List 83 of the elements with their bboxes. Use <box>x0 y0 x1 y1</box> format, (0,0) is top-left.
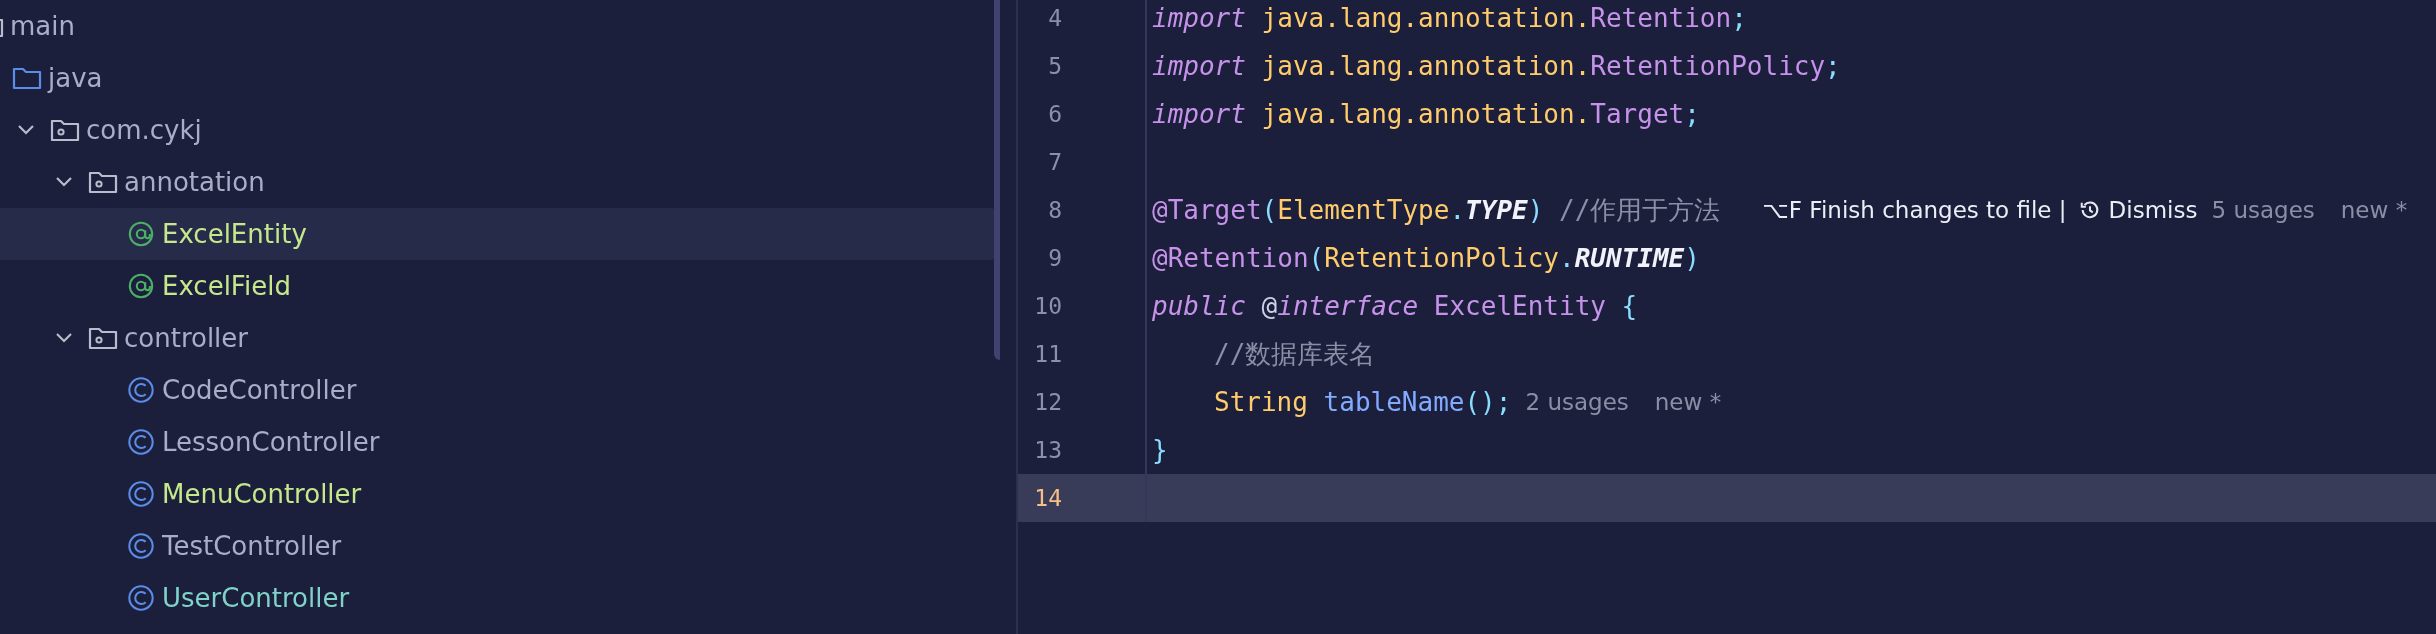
class-token: Target <box>1590 99 1685 129</box>
class-icon <box>126 584 156 612</box>
keyword-token: public <box>1152 291 1246 321</box>
tree-item-label: LessonController <box>162 427 380 457</box>
tree-item-label: UserController <box>162 583 350 613</box>
punctuation-token: { <box>1620 291 1638 321</box>
line-number: 13 <box>1033 437 1063 463</box>
class-icon <box>126 376 156 404</box>
code-comment: //作用于方法 <box>1558 193 1721 227</box>
clock-arrow-icon <box>2078 199 2101 221</box>
tree-item-label: annotation <box>124 167 265 197</box>
type-token: String <box>1214 387 1308 417</box>
keyword-token: import <box>1152 99 1246 129</box>
keyword-token: import <box>1152 51 1246 81</box>
class-token: Retention <box>1590 3 1732 33</box>
at-sign-icon <box>126 272 156 300</box>
package-token: java.lang.annotation. <box>1260 3 1591 33</box>
class-token: RetentionPolicy <box>1590 51 1826 81</box>
code-comment: //数据库表名 <box>1214 337 1376 371</box>
package-token: java.lang.annotation. <box>1260 51 1591 81</box>
inlay-hint[interactable]: 2 usages <box>1525 389 1629 415</box>
class-icon <box>126 480 156 508</box>
tree-item-label: controller <box>124 323 249 353</box>
keyword-token: interface <box>1277 291 1419 321</box>
tree-item-label: main <box>10 11 75 41</box>
tree-item-label: java <box>48 63 103 93</box>
code-token: @ <box>1260 291 1278 321</box>
tree-item-label: ExcelField <box>162 271 291 301</box>
tree-item[interactable]: java <box>0 52 998 104</box>
class-icon <box>126 428 156 456</box>
tree-item[interactable]: TestController <box>0 520 998 572</box>
type-token: ElementType <box>1277 195 1450 225</box>
method-token: tableName <box>1322 387 1465 417</box>
tree-item[interactable]: controller <box>0 312 998 364</box>
line-number: 12 <box>1033 389 1063 415</box>
punctuation-token: . <box>1559 243 1575 273</box>
line-number: 11 <box>1033 341 1063 367</box>
tree-item[interactable]: UserController <box>0 572 998 624</box>
inlay-hint[interactable]: new * <box>1654 389 1722 415</box>
keyword-token: import <box>1152 3 1246 33</box>
at-sign-icon <box>126 220 156 248</box>
punctuation-token: } <box>1152 435 1168 465</box>
constant-token: RUNTIME <box>1574 243 1685 273</box>
class-icon <box>126 532 156 560</box>
tree-item[interactable]: LessonController <box>0 416 998 468</box>
dismiss-button[interactable]: Dismiss <box>2078 197 2198 223</box>
tree-item-label: TestController <box>162 531 342 561</box>
package-token: java.lang.annotation. <box>1260 99 1591 129</box>
tree-item[interactable]: com.cykj <box>0 104 998 156</box>
line-number: 6 <box>1047 101 1063 127</box>
tree-item[interactable]: ExcelField <box>0 260 998 312</box>
line-number: 4 <box>1047 5 1063 31</box>
tree-item[interactable]: MenuController <box>0 468 998 520</box>
tree-item-label: com.cykj <box>86 115 202 145</box>
tree-item-label: ExcelEntity <box>162 219 307 249</box>
class-token: ExcelEntity <box>1432 291 1606 321</box>
tree-item[interactable]: annotation <box>0 156 998 208</box>
line-number: 5 <box>1047 53 1063 79</box>
punctuation-token: ) <box>1527 195 1544 225</box>
inlay-hint[interactable]: new * <box>2340 197 2408 223</box>
punctuation-token: ) <box>1684 243 1700 273</box>
tree-item-label: MenuController <box>162 479 362 509</box>
tree-item-label: CodeController <box>162 375 357 405</box>
line-number: 9 <box>1047 245 1063 271</box>
punctuation-token: (); <box>1464 387 1512 417</box>
inlay-hint[interactable]: 5 usages <box>2211 197 2315 223</box>
punctuation-token: . <box>1449 195 1466 225</box>
tree-item[interactable]: CodeController <box>0 364 998 416</box>
line-number: 10 <box>1033 293 1063 319</box>
punctuation-token: ; <box>1731 3 1747 33</box>
type-token: RetentionPolicy <box>1324 243 1559 273</box>
punctuation-token: ( <box>1308 243 1325 273</box>
finish-changes-link[interactable]: ⌥F Finish changes to file | <box>1762 197 2067 223</box>
punctuation-token: ( <box>1261 195 1278 225</box>
annotation-token: @Retention <box>1152 243 1309 273</box>
line-number: 7 <box>1047 149 1063 175</box>
line-number: 8 <box>1047 197 1063 223</box>
tree-item[interactable]: main <box>0 0 998 52</box>
punctuation-token: ; <box>1684 99 1700 129</box>
annotation-token: @Target <box>1152 195 1262 225</box>
punctuation-token: ; <box>1825 51 1841 81</box>
constant-token: TYPE <box>1465 195 1528 225</box>
line-number: 14 <box>1033 485 1063 511</box>
